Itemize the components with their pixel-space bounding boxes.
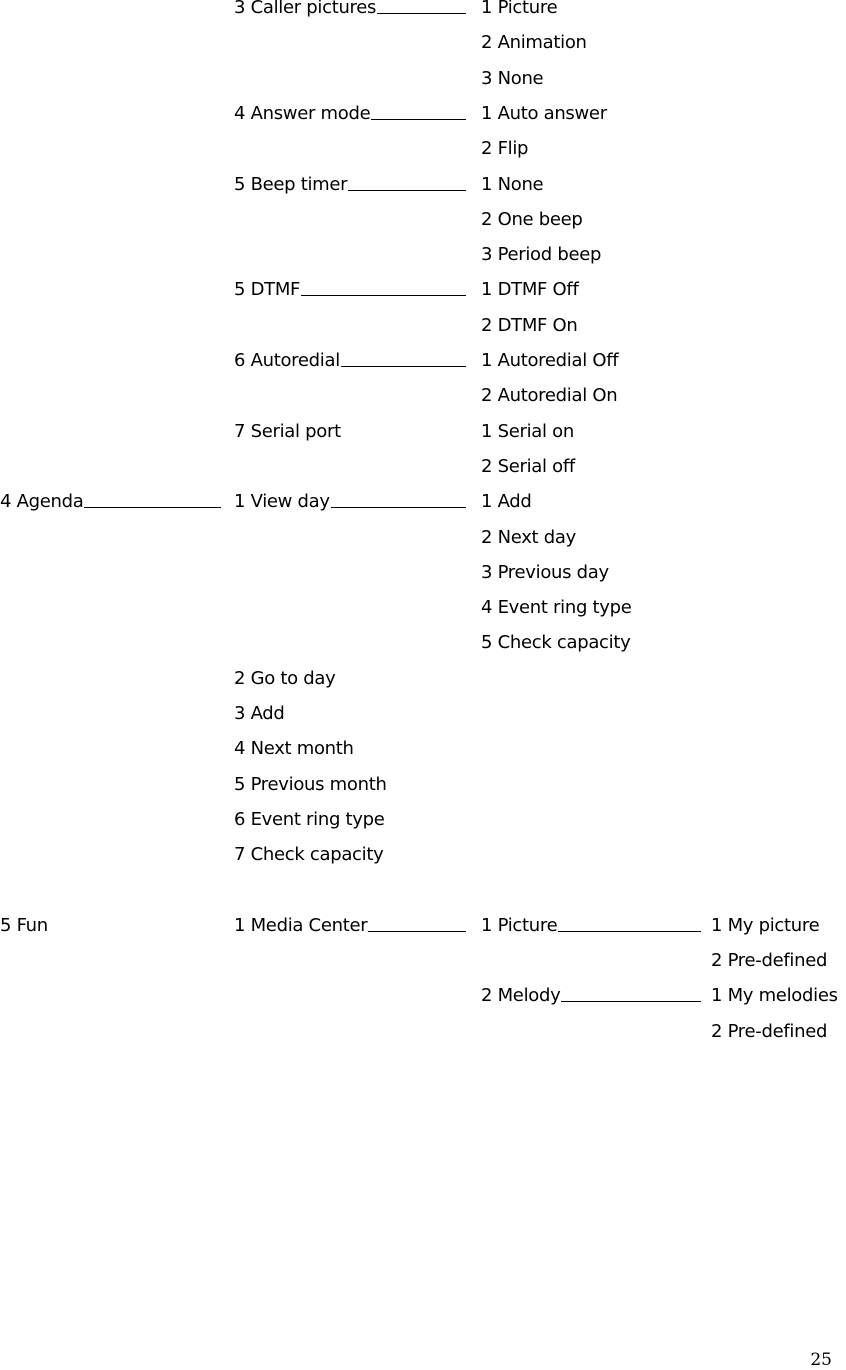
connector-line [330,507,466,509]
menu-item-level-2: 6 Event ring type [234,808,385,830]
menu-item-level-3: 1 Autoredial Off [481,350,619,371]
menu-item-level-2: 5 Beep timer [234,173,348,195]
page-number: 25 [810,1350,832,1370]
menu-item-level-3: 2 DTMF On [481,314,578,336]
menu-item-level-3: 2 One beep [481,208,583,230]
menu-item-level-3: 2 Animation [481,32,587,54]
connector-line [301,295,466,297]
menu-item-level-2: 7 Serial port [234,420,341,442]
menu-item-level-2: 1 View day [234,491,330,513]
menu-item-level-2: 4 Next month [234,738,354,760]
menu-item-level-2: 4 Answer mode [234,102,371,124]
menu-tree-document: 3 Caller pictures 1 Picture 2 Animation 3 N… [0,0,846,1369]
connector-line [558,930,701,932]
menu-item-level-3: 2 Melody [481,985,561,1007]
connector-line [371,118,466,120]
menu-item-level-3: 1 DTMF Off [481,279,579,301]
connector-line [84,507,221,509]
connector-line [377,13,466,14]
menu-item-level-3: 1 Picture [481,914,558,936]
menu-item-level-3: 1 Serial on [481,420,574,442]
connector-line [348,189,466,191]
menu-item-level-3: 2 Serial off [481,455,575,477]
menu-item-level-3: 4 Event ring type [481,597,632,619]
menu-item-level-4: 2 Pre-defined [711,950,828,972]
menu-item-level-2: 5 DTMF [234,279,301,301]
menu-item-level-2: 7 Check capacity [234,844,384,866]
menu-item-level-1: 4 Agenda [0,491,84,513]
menu-item-level-3: 3 Period beep [481,244,602,266]
connector-line [340,366,466,367]
menu-item-level-3: 3 None [481,67,544,89]
menu-item-level-3: 3 Previous day [481,561,609,583]
menu-item-level-3: 1 None [481,173,544,195]
menu-item-level-4: 2 Pre-defined [711,1020,828,1042]
menu-item-level-3: 1 Add [481,491,532,513]
menu-item-level-1: 5 Fun [0,914,48,936]
menu-item-level-2: 2 Go to day [234,667,336,689]
menu-item-level-3: 2 Next day [481,526,576,548]
menu-item-level-2: 5 Previous month [234,773,387,795]
menu-item-level-3: 2 Autoredial On [481,385,618,407]
connector-line [368,930,466,932]
menu-item-level-4: 1 My picture [711,914,820,936]
menu-item-level-2: 3 Add [234,703,285,724]
menu-item-level-2: 6 Autoredial [234,350,340,371]
menu-item-level-3: 1 Auto answer [481,102,607,124]
menu-item-level-2: 1 Media Center [234,914,368,936]
menu-item-level-3: 1 Picture [481,0,558,18]
connector-line [561,1001,701,1003]
menu-item-level-2: 3 Caller pictures [234,0,377,18]
menu-item-level-4: 1 My melodies [711,985,838,1007]
menu-item-level-3: 2 Flip [481,138,529,160]
menu-item-level-3: 5 Check capacity [481,632,631,654]
